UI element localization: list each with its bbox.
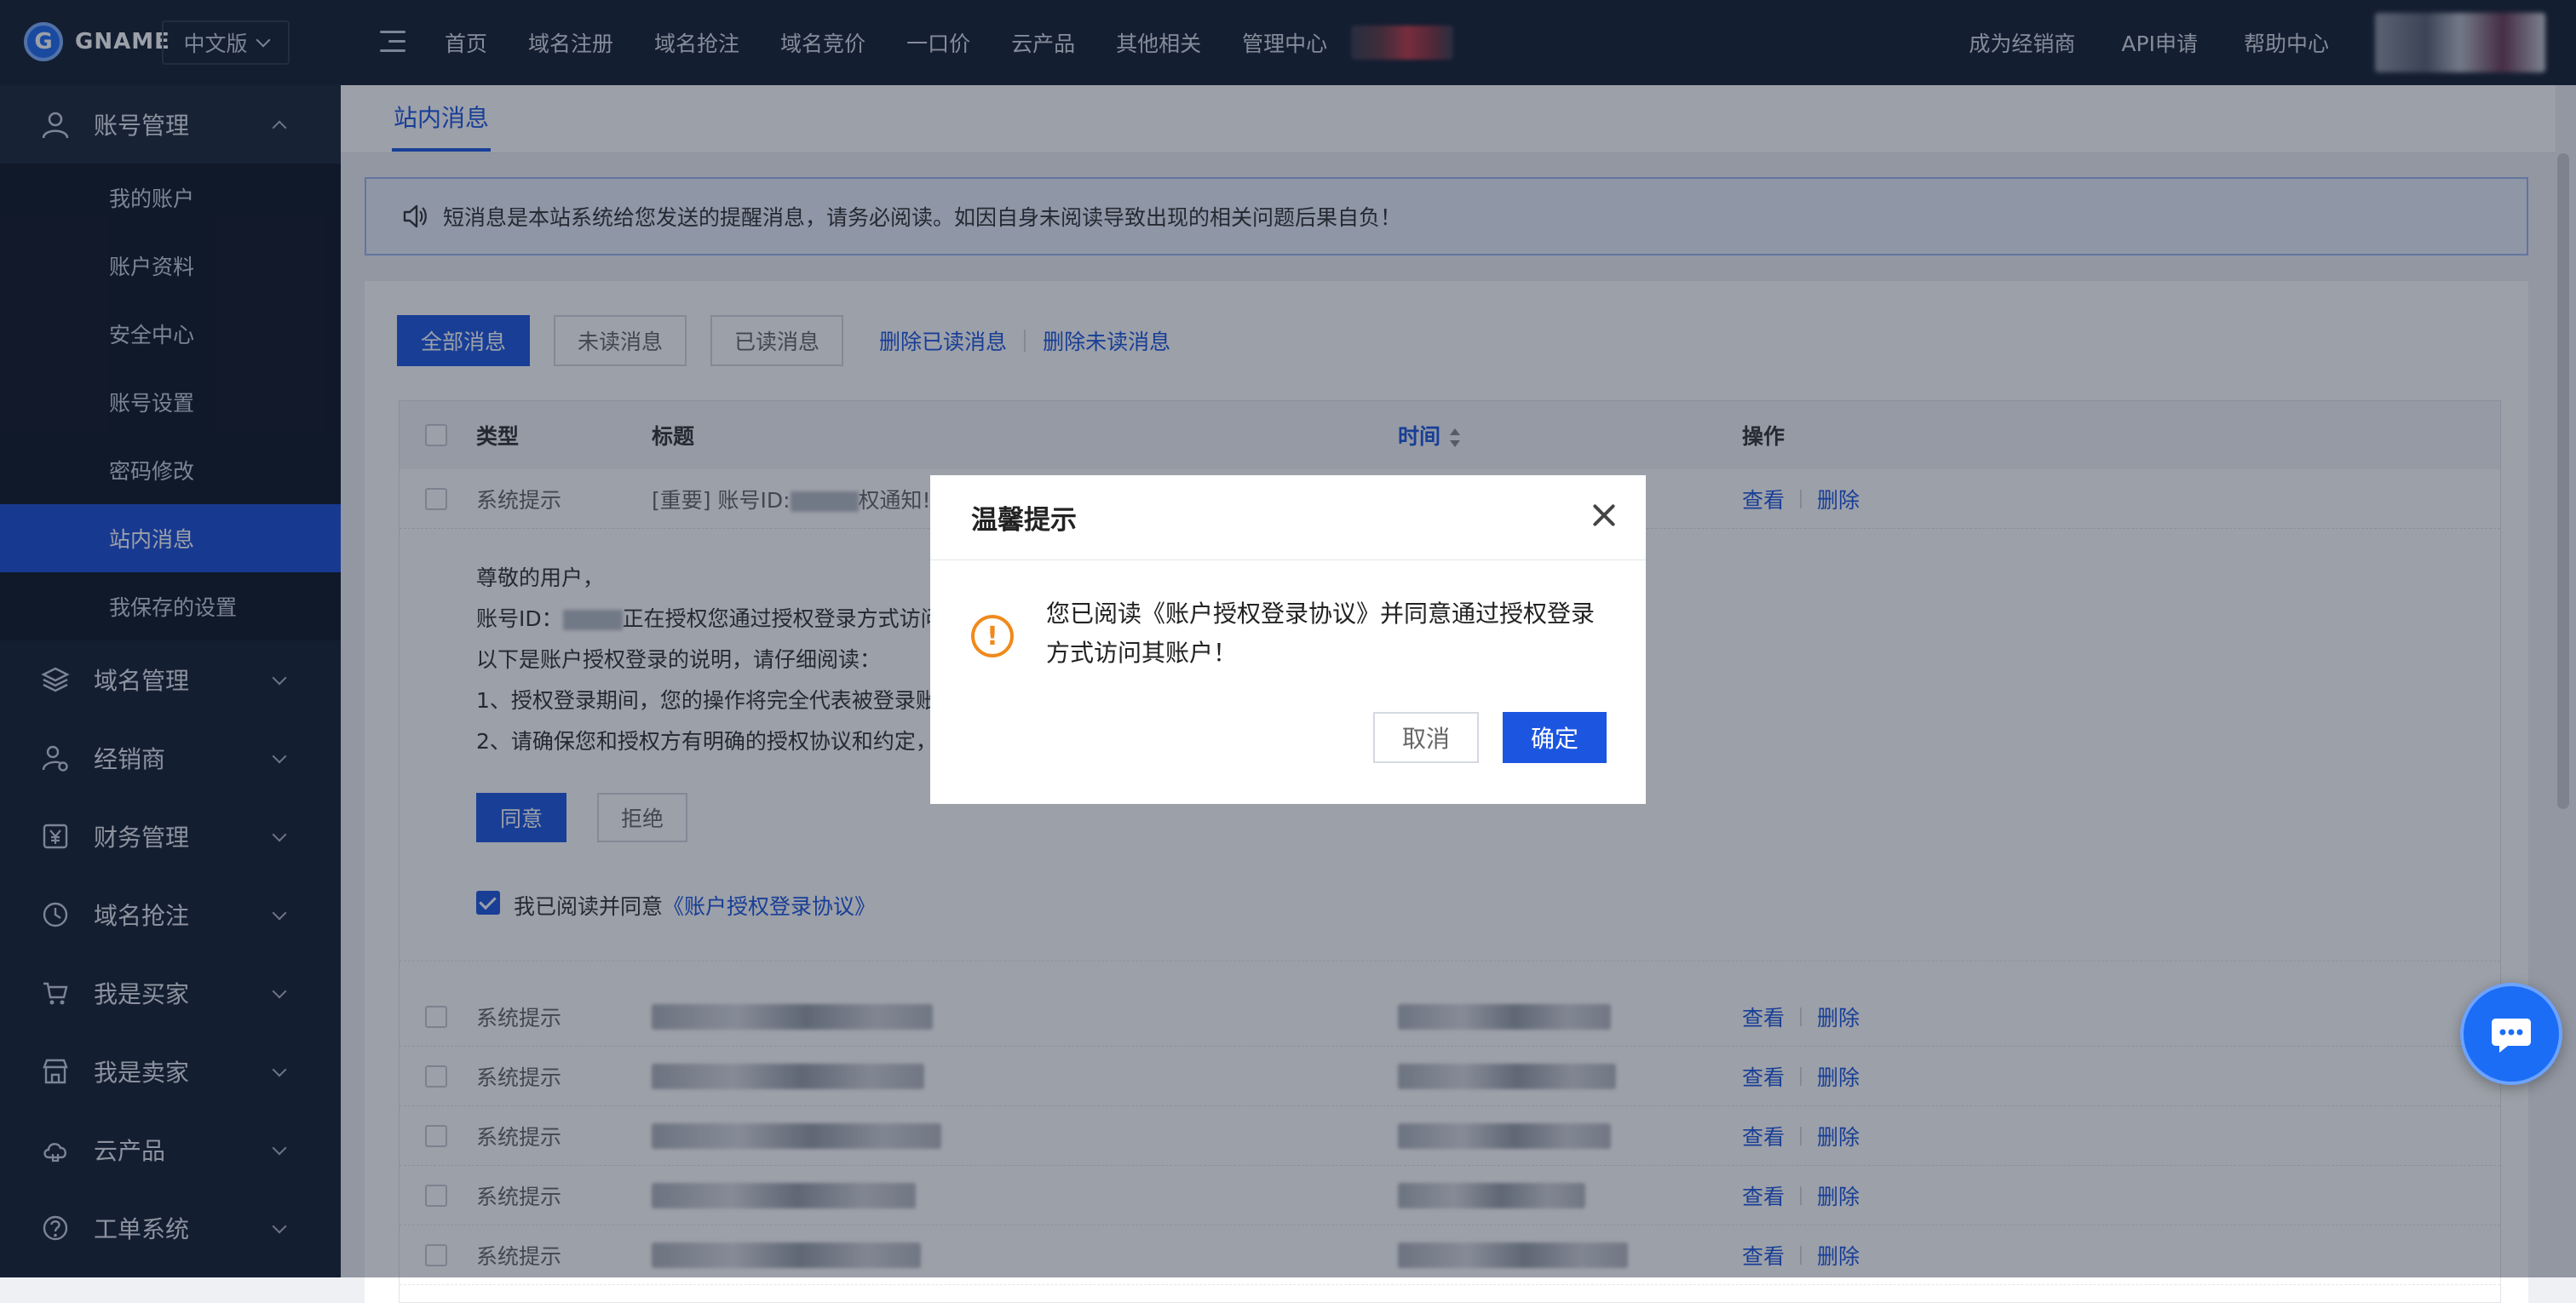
confirm-button[interactable]: 确定 bbox=[1503, 712, 1607, 763]
warning-icon: ! bbox=[971, 615, 1014, 657]
confirm-dialog: 温馨提示 ! 您已阅读《账户授权登录协议》并同意通过授权登录方式访问其账户！ 取… bbox=[930, 475, 1646, 804]
chat-icon bbox=[2492, 1019, 2531, 1053]
dialog-title: 温馨提示 bbox=[971, 505, 1077, 536]
chat-support-button[interactable] bbox=[2460, 983, 2562, 1085]
dialog-header: 温馨提示 bbox=[930, 475, 1646, 560]
cancel-button[interactable]: 取消 bbox=[1373, 712, 1479, 763]
dialog-message: 您已阅读《账户授权登录协议》并同意通过授权登录方式访问其账户！ bbox=[1046, 600, 1596, 667]
close-icon[interactable] bbox=[1590, 501, 1619, 530]
